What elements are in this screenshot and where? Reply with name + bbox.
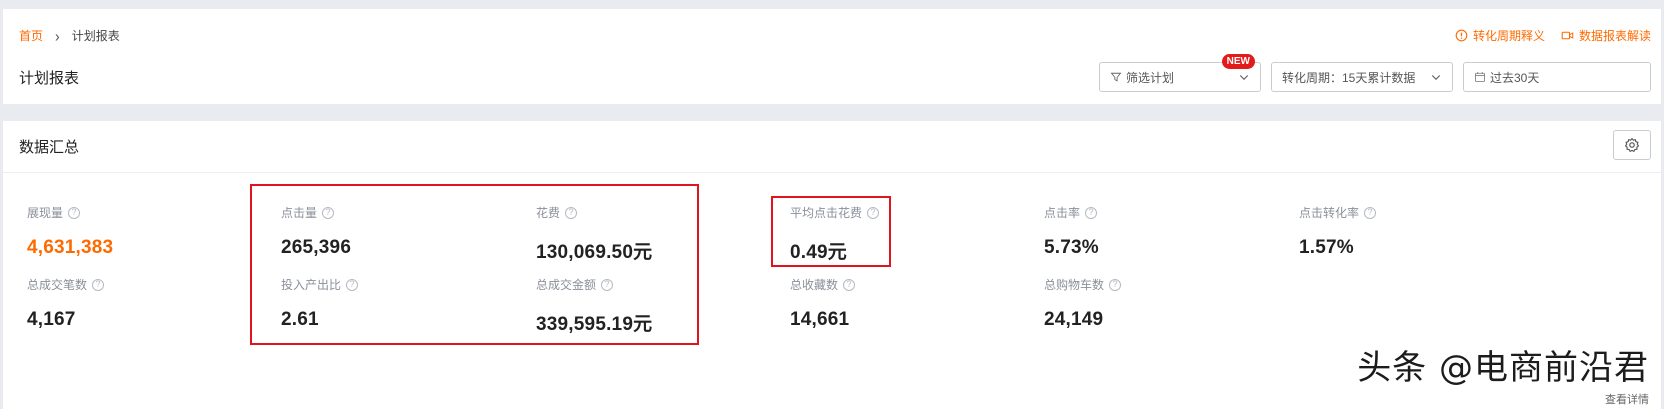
funnel-icon xyxy=(1110,72,1122,82)
date-range-label: 过去30天 xyxy=(1490,70,1540,85)
metric-label: 总购物车数 xyxy=(1044,278,1105,292)
new-badge: NEW xyxy=(1221,54,1255,69)
help-icon[interactable]: ? xyxy=(1364,206,1377,219)
cycle-explain-label: 转化周期释义 xyxy=(1472,29,1545,43)
help-icon[interactable]: ? xyxy=(601,278,614,291)
page-title: 计划报表 xyxy=(19,70,80,87)
summary-header: 数据汇总 xyxy=(3,121,1661,173)
metric-value: 14,661 xyxy=(790,309,850,330)
chevron-down-icon xyxy=(1239,75,1249,80)
help-icon[interactable]: ? xyxy=(565,206,578,219)
video-icon xyxy=(1561,31,1574,40)
metric-label: 点击量 xyxy=(281,206,318,220)
cycle-explain-link[interactable]: 转化周期释义 xyxy=(1455,27,1545,44)
metric-value: 24,149 xyxy=(1044,309,1104,330)
metric-avg-click-cost: 平均点击花费? 0.49元 xyxy=(790,204,1030,264)
metric-cart: 总购物车数? 24,149 xyxy=(1044,276,1284,331)
watermark: 头条 @电商前沿君 xyxy=(1357,348,1649,388)
breadcrumb-current: 计划报表 xyxy=(71,29,120,43)
metric-cost: 花费? 130,069.50元 xyxy=(536,204,776,264)
metric-label: 投入产出比 xyxy=(281,278,342,292)
calendar-icon xyxy=(1475,72,1485,82)
metric-clicks: 点击量? 265,396 xyxy=(281,204,521,259)
gear-icon xyxy=(1624,137,1640,152)
metric-label: 总成交笔数 xyxy=(27,278,88,292)
metric-label: 点击率 xyxy=(1044,206,1081,220)
help-icon[interactable]: ? xyxy=(1085,206,1098,219)
help-icon[interactable]: ? xyxy=(1109,278,1122,291)
report-header-card: 首页 › 计划报表 计划报表 转化周期释义 数据报表解读 筛选计划 NEW 转化… xyxy=(3,9,1661,104)
view-details-link[interactable]: 查看详情 xyxy=(1605,391,1649,407)
chevron-down-icon xyxy=(1431,75,1441,80)
conversion-cycle-label: 转化周期：15天累计数据 xyxy=(1282,70,1416,85)
plan-filter-label: 筛选计划 xyxy=(1126,70,1175,85)
conversion-cycle-select[interactable]: 转化周期：15天累计数据 xyxy=(1271,62,1453,92)
help-icon[interactable]: ? xyxy=(68,206,81,219)
metric-value: 0.49元 xyxy=(790,242,847,263)
metric-value: 2.61 xyxy=(281,309,319,330)
help-links: 转化周期释义 数据报表解读 xyxy=(1455,27,1651,44)
metric-value: 4,631,383 xyxy=(27,237,114,258)
info-circle-icon xyxy=(1455,29,1468,42)
summary-title: 数据汇总 xyxy=(19,139,80,156)
plan-filter-dropdown[interactable]: 筛选计划 NEW xyxy=(1099,54,1261,92)
help-icon[interactable]: ? xyxy=(92,278,105,291)
metric-value: 339,595.19元 xyxy=(536,314,653,335)
metric-label: 总收藏数 xyxy=(790,278,839,292)
metric-ctr: 点击率? 5.73% xyxy=(1044,204,1284,259)
filter-bar: 筛选计划 NEW 转化周期：15天累计数据 过去30天 xyxy=(1099,54,1651,92)
metric-value: 130,069.50元 xyxy=(536,242,653,263)
metric-favorites: 总收藏数? 14,661 xyxy=(790,276,1030,331)
metric-value: 1.57% xyxy=(1299,237,1354,258)
metric-label: 花费 xyxy=(536,206,561,220)
metric-value: 5.73% xyxy=(1044,237,1099,258)
chevron-right-icon: › xyxy=(55,26,60,45)
metric-orders: 总成交笔数? 4,167 xyxy=(27,276,267,331)
breadcrumb-home-link[interactable]: 首页 xyxy=(19,27,43,44)
metric-cvr: 点击转化率? 1.57% xyxy=(1299,204,1539,259)
metric-label: 点击转化率 xyxy=(1299,206,1360,220)
help-icon[interactable]: ? xyxy=(867,206,880,219)
help-icon[interactable]: ? xyxy=(346,278,359,291)
report-explain-link[interactable]: 数据报表解读 xyxy=(1561,27,1651,44)
metric-roi: 投入产出比? 2.61 xyxy=(281,276,521,331)
report-explain-label: 数据报表解读 xyxy=(1578,29,1651,43)
metric-label: 平均点击花费 xyxy=(790,206,863,220)
help-icon[interactable]: ? xyxy=(322,206,335,219)
metric-value: 4,167 xyxy=(27,309,76,330)
metric-label: 展现量 xyxy=(27,206,64,220)
summary-card: 数据汇总 展现量? 4,631,383 点击量? 265,396 花费? 130… xyxy=(3,121,1661,409)
metric-value: 265,396 xyxy=(281,237,352,258)
breadcrumb: 首页 › 计划报表 xyxy=(19,26,120,45)
help-icon[interactable]: ? xyxy=(843,278,856,291)
settings-button[interactable] xyxy=(1613,130,1651,160)
metric-label: 总成交金额 xyxy=(536,278,597,292)
metric-gmv: 总成交金额? 339,595.19元 xyxy=(536,276,776,336)
date-range-picker[interactable]: 过去30天 xyxy=(1463,62,1651,92)
metric-impressions: 展现量? 4,631,383 xyxy=(27,204,267,259)
